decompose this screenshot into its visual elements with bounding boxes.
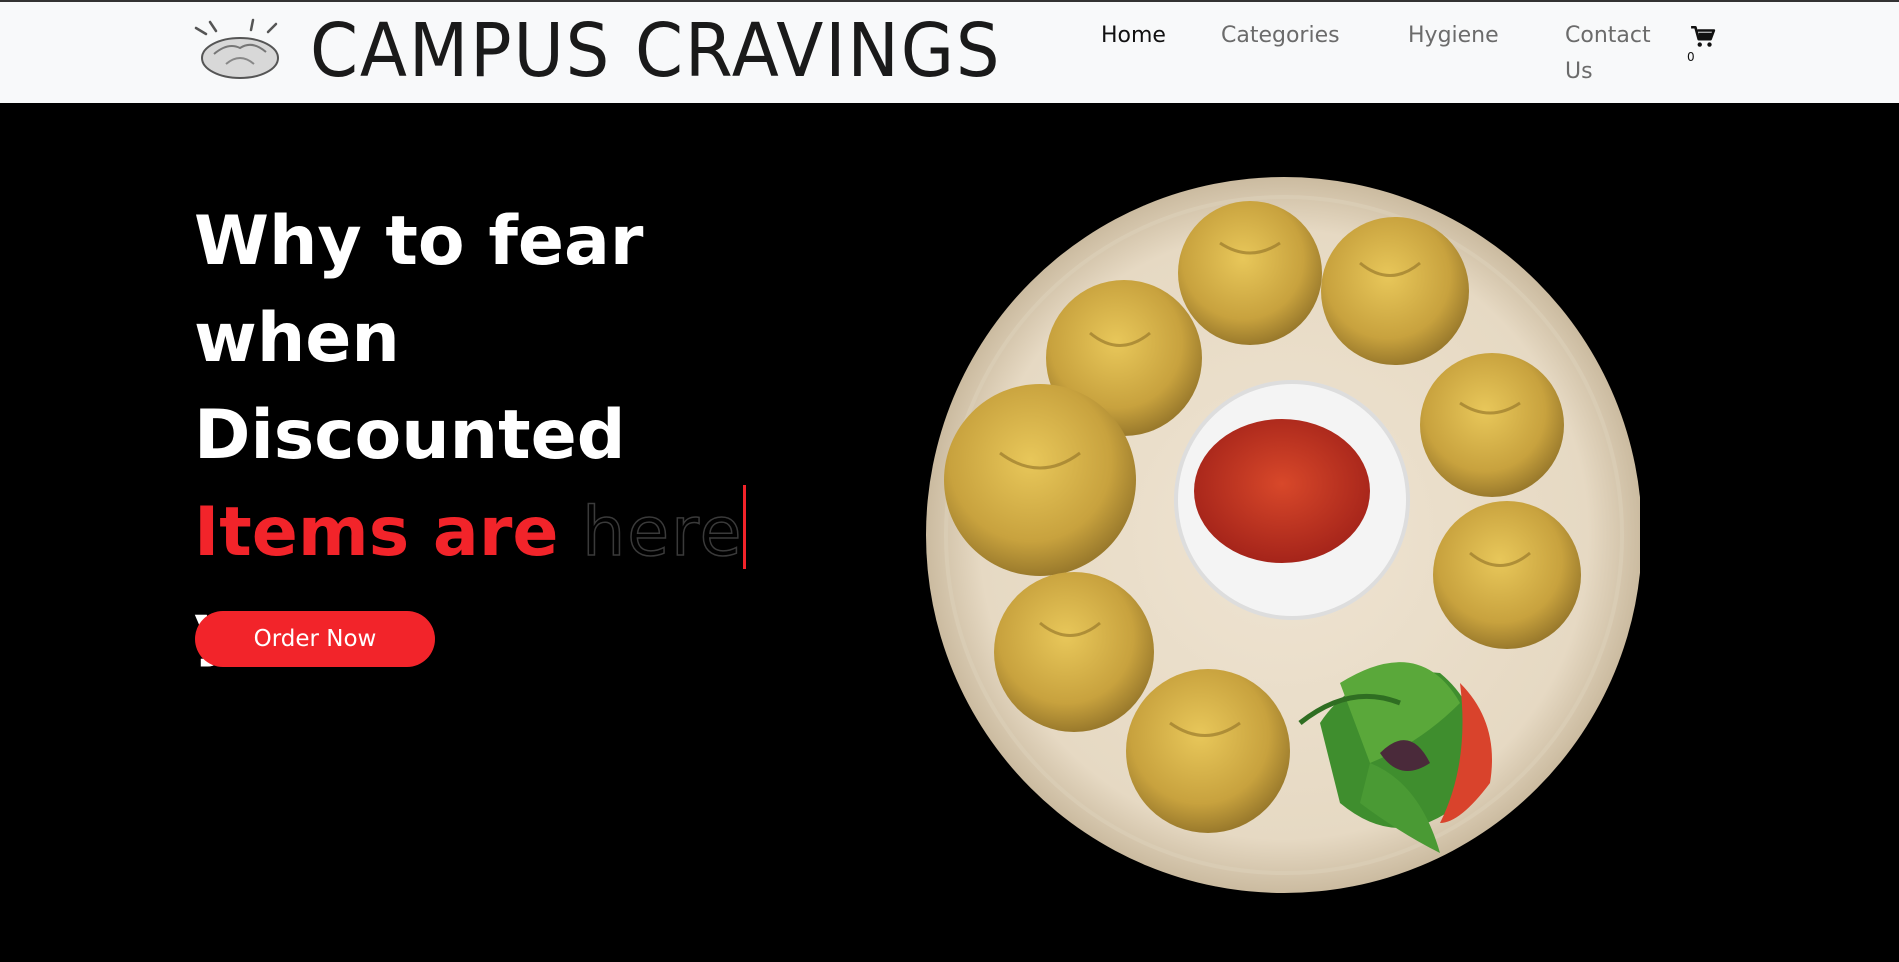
order-now-button[interactable]: Order Now — [195, 611, 435, 667]
cart-count-badge: 0 — [1687, 50, 1695, 64]
nav-categories[interactable]: Categories — [1221, 18, 1340, 54]
dumpling-icon[interactable] — [188, 18, 288, 80]
momo-plate-image — [926, 177, 1640, 893]
nav-hygiene[interactable]: Hygiene — [1408, 18, 1499, 54]
headline-line-1: Why to fear — [194, 202, 644, 281]
navbar: CAMPUS CRAVINGS Home Categories Hygiene … — [0, 0, 1899, 103]
brand-title[interactable]: CAMPUS CRAVINGS — [310, 14, 1001, 88]
hero-headline: Why to fear when Discounted Items are he… — [194, 193, 834, 678]
pending-typed-text: here — [581, 492, 744, 573]
typed-text: Items are — [194, 493, 559, 572]
headline-line-2: when Discounted — [194, 299, 626, 475]
nav-contact-us[interactable]: Contact Us — [1565, 18, 1665, 90]
hero-section: Why to fear when Discounted Items are he… — [0, 103, 1899, 962]
shopping-cart-icon[interactable] — [1690, 24, 1716, 50]
nav-home[interactable]: Home — [1101, 18, 1166, 54]
typing-caret — [743, 485, 747, 569]
